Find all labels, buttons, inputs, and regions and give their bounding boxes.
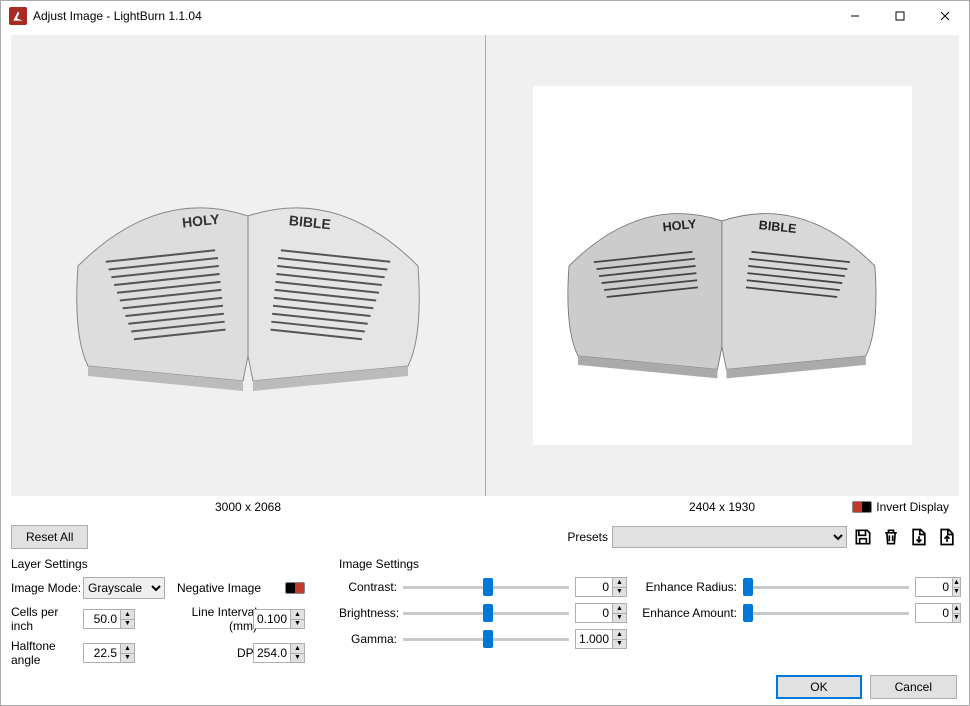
enhance-radius-label: Enhance Radius: xyxy=(637,580,737,594)
invert-display-label: Invert Display xyxy=(876,500,949,514)
contrast-label: Contrast: xyxy=(339,580,397,594)
presets-label: Presets xyxy=(567,530,608,544)
gamma-label: Gamma: xyxy=(339,632,397,646)
presets-select[interactable] xyxy=(612,526,847,548)
invert-display-toggle[interactable] xyxy=(852,501,872,513)
enhance-amount-spinner[interactable]: ▲▼ xyxy=(953,603,961,623)
contrast-slider[interactable] xyxy=(403,578,569,596)
cancel-button[interactable]: Cancel xyxy=(870,675,957,699)
gamma-spinner[interactable]: ▲▼ xyxy=(613,629,627,649)
original-dimensions: 3000 x 2068 xyxy=(215,500,281,514)
dpi-input[interactable] xyxy=(253,643,291,663)
export-preset-button[interactable] xyxy=(935,525,959,549)
brightness-input[interactable] xyxy=(575,603,613,623)
import-preset-button[interactable] xyxy=(907,525,931,549)
dpi-spinner[interactable]: ▲▼ xyxy=(291,643,305,663)
image-settings-legend: Image Settings xyxy=(339,557,959,571)
enhance-radius-spinner[interactable]: ▲▼ xyxy=(953,577,961,597)
window-title: Adjust Image - LightBurn 1.1.04 xyxy=(33,9,832,23)
enhance-radius-slider[interactable] xyxy=(743,578,909,596)
brightness-label: Brightness: xyxy=(339,606,397,620)
line-interval-spinner[interactable]: ▲▼ xyxy=(291,609,305,629)
processed-preview: HOLY BIBLE xyxy=(486,35,960,496)
layer-settings-legend: Layer Settings xyxy=(11,557,321,571)
delete-preset-button[interactable] xyxy=(879,525,903,549)
halftone-angle-input[interactable] xyxy=(83,643,121,663)
negative-image-toggle[interactable] xyxy=(285,582,305,594)
close-button[interactable] xyxy=(922,1,967,31)
maximize-button[interactable] xyxy=(877,1,922,31)
enhance-amount-input[interactable] xyxy=(915,603,953,623)
reset-all-button[interactable]: Reset All xyxy=(11,525,88,549)
save-preset-button[interactable] xyxy=(851,525,875,549)
title-bar: Adjust Image - LightBurn 1.1.04 xyxy=(1,1,969,31)
ok-button[interactable]: OK xyxy=(776,675,861,699)
halftone-angle-label: Halftone angle xyxy=(11,639,83,667)
contrast-input[interactable] xyxy=(575,577,613,597)
original-preview: HOLY BIBLE xyxy=(11,35,485,496)
dpi-label: DPI xyxy=(171,646,261,660)
enhance-amount-label: Enhance Amount: xyxy=(637,606,737,620)
halftone-spinner[interactable]: ▲▼ xyxy=(121,643,135,663)
contrast-spinner[interactable]: ▲▼ xyxy=(613,577,627,597)
cells-spinner[interactable]: ▲▼ xyxy=(121,609,135,629)
minimize-button[interactable] xyxy=(832,1,877,31)
line-interval-label: Line Interval (mm) xyxy=(171,605,261,633)
enhance-radius-input[interactable] xyxy=(915,577,953,597)
gamma-slider[interactable] xyxy=(403,630,569,648)
enhance-amount-slider[interactable] xyxy=(743,604,909,622)
brightness-slider[interactable] xyxy=(403,604,569,622)
processed-dimensions: 2404 x 1930 xyxy=(689,500,755,514)
gamma-input[interactable] xyxy=(575,629,613,649)
brightness-spinner[interactable]: ▲▼ xyxy=(613,603,627,623)
negative-image-label: Negative Image xyxy=(171,581,261,595)
line-interval-input[interactable] xyxy=(253,609,291,629)
cells-per-inch-label: Cells per inch xyxy=(11,605,83,633)
app-icon xyxy=(9,7,27,25)
image-mode-label: Image Mode: xyxy=(11,581,83,595)
cells-per-inch-input[interactable] xyxy=(83,609,121,629)
image-mode-select[interactable]: Grayscale xyxy=(83,577,165,599)
